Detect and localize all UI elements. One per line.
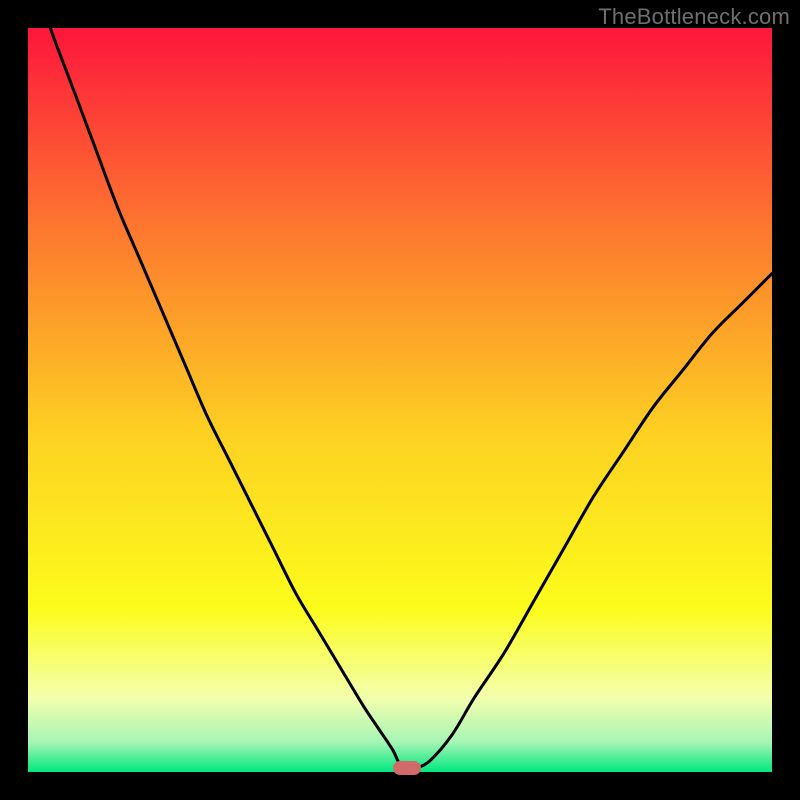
watermark-text: TheBottleneck.com [598, 4, 790, 30]
plot-area [28, 28, 772, 772]
optimum-marker [393, 761, 421, 775]
chart-svg [28, 28, 772, 772]
chart-frame: TheBottleneck.com [0, 0, 800, 800]
